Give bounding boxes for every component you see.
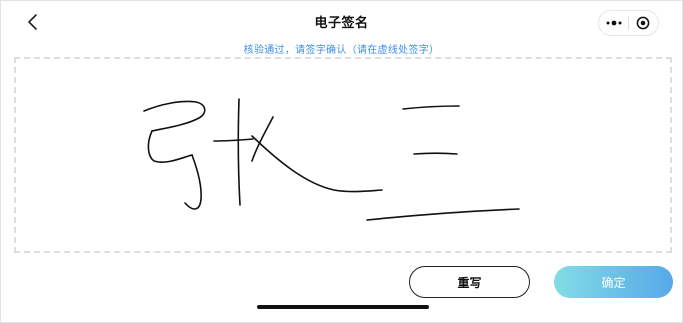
stroke-5 xyxy=(213,138,254,142)
stroke-2 xyxy=(147,130,193,163)
signature-pad[interactable] xyxy=(14,57,672,253)
app-window: 电子签名 核验通过，请签字确认（请在虚线处签字） 重写 确定 xyxy=(0,0,683,323)
page-title: 电子签名 xyxy=(314,16,369,31)
home-indicator xyxy=(257,305,429,309)
signature-strokes xyxy=(143,98,520,221)
more-dots-icon xyxy=(606,20,621,26)
stroke-1 xyxy=(143,100,206,132)
stroke-7 xyxy=(251,135,383,193)
confirm-button[interactable]: 确定 xyxy=(554,266,673,298)
rewrite-button[interactable]: 重写 xyxy=(409,266,530,298)
close-button[interactable] xyxy=(629,11,658,35)
mini-program-capsule xyxy=(598,10,659,36)
stroke-10 xyxy=(366,208,520,221)
stroke-4 xyxy=(237,98,241,206)
stroke-3 xyxy=(184,154,202,210)
target-circle-icon xyxy=(637,16,650,30)
more-button[interactable] xyxy=(599,11,628,35)
stroke-9 xyxy=(413,152,458,155)
stroke-8 xyxy=(402,105,460,110)
signature-hint: 核验通过，请签字确认（请在虚线处签字） xyxy=(243,45,440,56)
